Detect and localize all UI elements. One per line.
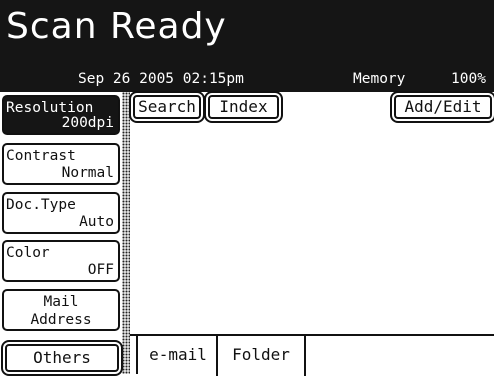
status-bar: Sep 26 2005 02:15pm Memory 100% [0,56,494,92]
color-label: Color [6,245,50,261]
doc-type-label: Doc.Type [6,197,76,213]
settings-menu: Resolution 200dpi Contrast Normal Doc.Ty… [0,92,128,374]
scrollbar[interactable] [122,92,130,374]
mail-address-button[interactable]: Mail Address [2,289,120,331]
mail-address-line1: Mail [43,294,79,310]
doc-type-button[interactable]: Doc.Type Auto [2,192,120,234]
page-title: Scan Ready [6,6,227,47]
index-button[interactable]: Index [208,95,279,119]
contrast-button[interactable]: Contrast Normal [2,143,120,185]
resolution-button[interactable]: Resolution 200dpi [2,95,120,135]
contrast-value: Normal [61,165,114,181]
resolution-value: 200dpi [61,115,114,131]
tab-email[interactable]: e-mail [136,336,218,374]
add-edit-button[interactable]: Add/Edit [394,95,492,119]
color-button[interactable]: Color OFF [2,240,120,282]
search-button[interactable]: Search [133,95,201,119]
scan-screen: Scan Ready Sep 26 2005 02:15pm Memory 10… [0,0,494,376]
color-value: OFF [87,262,114,278]
memory-value: 100% [451,71,486,87]
tab-folder[interactable]: Folder [216,334,306,376]
doc-type-value: Auto [79,214,114,230]
memory-label: Memory [353,71,406,87]
others-button[interactable]: Others [5,344,119,372]
contrast-label: Contrast [6,148,76,164]
mail-address-line2: Address [30,312,92,328]
datetime-text: Sep 26 2005 02:15pm [78,71,244,87]
title-bar: Scan Ready [0,0,494,56]
